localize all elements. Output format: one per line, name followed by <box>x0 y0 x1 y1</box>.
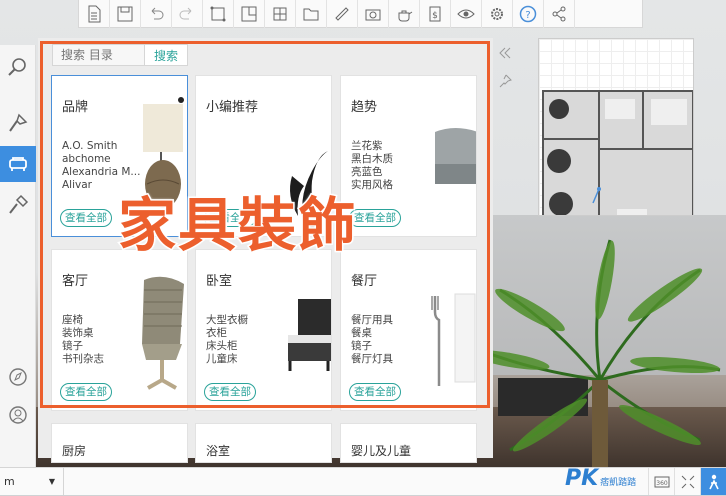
furniture-icon[interactable] <box>0 146 36 182</box>
left-sidebar <box>0 45 36 495</box>
document-icon[interactable] <box>79 0 110 28</box>
card-title: 婴儿及儿童 <box>351 444 412 458</box>
eye-icon[interactable] <box>451 0 482 28</box>
card-items: 大型衣橱 衣柜 床头柜 儿童床 <box>206 314 286 366</box>
user-icon[interactable] <box>0 397 36 433</box>
view-controls: 360 <box>648 468 726 496</box>
search-button[interactable]: 搜索 <box>144 44 188 66</box>
view-all-link[interactable]: 查看全部 <box>349 383 401 401</box>
card-item[interactable]: 大型衣橱 <box>206 314 286 327</box>
save-icon[interactable] <box>110 0 141 28</box>
armchair-image <box>435 128 476 184</box>
unit-select[interactable]: m ▼ <box>0 468 64 495</box>
card-item[interactable]: 亮蓝色 <box>351 166 431 179</box>
card-title: 品牌 <box>62 100 89 115</box>
view-all-link[interactable]: 查看全部 <box>204 383 256 401</box>
card-item[interactable]: 衣柜 <box>206 327 286 340</box>
category-card-trends[interactable]: 趋势 兰花紫 黑白木质 亮蓝色 实用风格 查看全部 <box>340 75 477 237</box>
pin-icon[interactable] <box>494 70 516 92</box>
folder-icon[interactable] <box>296 0 327 28</box>
bed-image <box>288 299 331 371</box>
card-item[interactable]: 兰花紫 <box>351 140 431 153</box>
collapse-icon[interactable] <box>494 42 516 64</box>
svg-text:$: $ <box>432 11 438 21</box>
category-card-living-room[interactable]: 客厅 座椅 装饰桌 镜子 书刊杂志 查看全部 <box>51 249 188 411</box>
card-item[interactable]: 镜子 <box>62 340 142 353</box>
category-card-kids[interactable]: 婴儿及儿童 <box>340 423 477 463</box>
lounge-chair-image <box>142 276 184 390</box>
compass-icon[interactable] <box>0 359 36 395</box>
floor-plan-minimap[interactable] <box>538 38 694 216</box>
settings-icon[interactable] <box>482 0 513 28</box>
view-360-icon[interactable]: 360 <box>648 468 674 495</box>
walk-mode-icon[interactable] <box>700 468 726 495</box>
room-icon[interactable] <box>234 0 265 28</box>
card-title: 卧室 <box>206 274 233 289</box>
card-item[interactable]: A.O. Smith <box>62 140 142 153</box>
category-card-bathroom[interactable]: 浴室 <box>195 423 332 463</box>
svg-text:?: ? <box>525 10 530 21</box>
card-items: 餐厅用具 餐桌 镜子 餐厅灯具 <box>351 314 431 366</box>
card-item[interactable]: 黑白木质 <box>351 153 431 166</box>
card-item[interactable]: 装饰桌 <box>62 327 142 340</box>
category-card-bedroom[interactable]: 卧室 大型衣橱 衣柜 床头柜 儿童床 查看全部 <box>195 249 332 411</box>
share-icon[interactable] <box>544 0 575 28</box>
catalog-search: 搜索 <box>52 44 188 66</box>
card-title: 餐厅 <box>351 274 378 289</box>
search-icon[interactable] <box>0 49 36 85</box>
search-input[interactable] <box>52 44 144 66</box>
card-items: 兰花紫 黑白木质 亮蓝色 实用风格 <box>351 140 431 192</box>
teapot-icon[interactable] <box>389 0 420 28</box>
fullscreen-icon[interactable] <box>674 468 700 495</box>
card-item[interactable]: 餐厅灯具 <box>351 353 431 366</box>
card-item[interactable]: 儿童床 <box>206 353 286 366</box>
camera-icon[interactable] <box>358 0 389 28</box>
view-all-link[interactable]: 查看全部 <box>60 383 112 401</box>
cutlery-image <box>431 293 476 386</box>
card-item[interactable]: 书刊杂志 <box>62 353 142 366</box>
card-title: 客厅 <box>62 274 89 289</box>
trowel-icon[interactable] <box>0 105 36 141</box>
watermark: PK 痞凱踏踏 <box>565 466 636 491</box>
category-card-kitchen[interactable]: 厨房 <box>51 423 188 463</box>
palm-plant <box>470 239 721 470</box>
unit-value: m <box>4 475 15 488</box>
card-item[interactable]: 镜子 <box>351 340 431 353</box>
wall-icon[interactable] <box>203 0 234 28</box>
window-icon[interactable] <box>265 0 296 28</box>
watermark-sub: 痞凱踏踏 <box>600 478 637 488</box>
card-item[interactable]: abchome <box>62 153 142 166</box>
svg-text:360: 360 <box>656 480 668 487</box>
card-item[interactable]: 实用风格 <box>351 179 431 192</box>
price-icon[interactable]: $ <box>420 0 451 28</box>
ruler-icon[interactable] <box>327 0 358 28</box>
card-title: 浴室 <box>206 444 231 458</box>
paint-brush-icon[interactable] <box>0 187 36 223</box>
card-title: 厨房 <box>62 444 87 458</box>
card-title: 小编推荐 <box>206 100 259 115</box>
overlay-caption: 家具裝飾 <box>116 190 359 261</box>
watermark-main: PK <box>565 466 599 491</box>
main-toolbar: $ ? <box>78 0 643 28</box>
undo-icon[interactable] <box>141 0 172 28</box>
minimap-tools <box>494 42 520 98</box>
card-item[interactable]: 床头柜 <box>206 340 286 353</box>
category-card-dining-room[interactable]: 餐厅 餐厅用具 餐桌 镜子 餐厅灯具 查看全部 <box>340 249 477 411</box>
card-item[interactable]: 餐厅用具 <box>351 314 431 327</box>
card-item[interactable]: 座椅 <box>62 314 142 327</box>
help-icon[interactable]: ? <box>513 0 544 28</box>
view-all-link[interactable]: 查看全部 <box>60 209 112 227</box>
card-item[interactable]: 餐桌 <box>351 327 431 340</box>
chevron-down-icon: ▼ <box>48 477 55 486</box>
card-title: 趋势 <box>351 100 378 115</box>
card-items: 座椅 装饰桌 镜子 书刊杂志 <box>62 314 142 366</box>
floor-plan-drawing <box>542 90 693 215</box>
redo-icon[interactable] <box>172 0 203 28</box>
